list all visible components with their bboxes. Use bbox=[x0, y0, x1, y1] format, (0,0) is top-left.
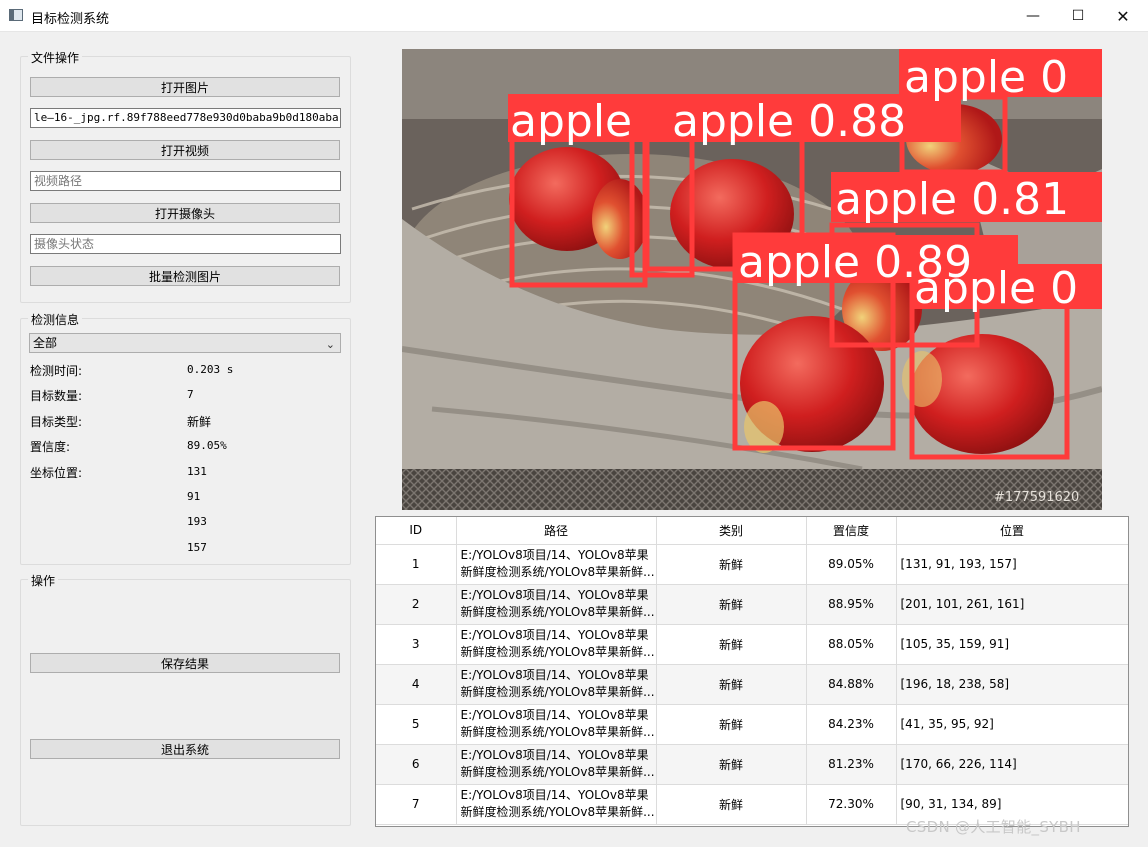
title-bar: 目标检测系统 — ☐ ✕ bbox=[0, 0, 1148, 32]
pos-label: 坐标位置: bbox=[30, 466, 83, 480]
save-result-button[interactable]: 保存结果 bbox=[30, 653, 340, 673]
cell-path: E:/YOLOv8项目/14、YOLOv8苹果 新鲜度检测系统/YOLOv8苹果… bbox=[456, 744, 657, 785]
result-table[interactable]: ID 路径 类别 置信度 位置 1 E:/YOLOv8项目/14、YOLOv8苹… bbox=[375, 516, 1129, 827]
cell-class: 新鲜 bbox=[656, 704, 807, 745]
cell-pos: [201, 101, 261, 161] bbox=[896, 584, 1128, 625]
cell-pos: [131, 91, 193, 157] bbox=[896, 544, 1128, 585]
ops-group: 操作 bbox=[20, 572, 351, 826]
col-header-id[interactable]: ID bbox=[376, 517, 457, 545]
table-row[interactable]: 4 E:/YOLOv8项目/14、YOLOv8苹果 新鲜度检测系统/YOLOv8… bbox=[376, 664, 1128, 705]
cell-id: 1 bbox=[376, 544, 457, 585]
cell-pos: [41, 35, 95, 92] bbox=[896, 704, 1128, 745]
apple-2 bbox=[592, 179, 648, 259]
count-label: 目标数量: bbox=[30, 389, 83, 403]
table-header-row: ID 路径 类别 置信度 位置 bbox=[376, 517, 1128, 545]
cell-pos: [170, 66, 226, 114] bbox=[896, 744, 1128, 785]
cell-conf: 84.23% bbox=[806, 704, 897, 745]
label-text-2: apple bbox=[510, 96, 632, 147]
count-value: 7 bbox=[187, 388, 194, 401]
table-row[interactable]: 3 E:/YOLOv8项目/14、YOLOv8苹果 新鲜度检测系统/YOLOv8… bbox=[376, 624, 1128, 665]
label-text-4: apple 0.81 bbox=[835, 174, 1069, 225]
cell-pos: [196, 18, 238, 58] bbox=[896, 664, 1128, 705]
conf-value: 89.05% bbox=[187, 439, 227, 452]
detect-info-title: 检测信息 bbox=[28, 311, 83, 328]
app-icon bbox=[9, 9, 23, 21]
cell-class: 新鲜 bbox=[656, 664, 807, 705]
video-path-field[interactable]: 视频路径 bbox=[30, 171, 341, 191]
detection-image-svg: apple 0 apple apple 0.88 apple 0.81 appl… bbox=[402, 49, 1102, 510]
pos-ymin: 91 bbox=[187, 490, 201, 503]
time-label: 检测时间: bbox=[30, 364, 83, 378]
col-header-conf[interactable]: 置信度 bbox=[806, 517, 897, 545]
csdn-watermark: CSDN @人工智能_SYBH bbox=[906, 818, 1081, 836]
cell-conf: 84.88% bbox=[806, 664, 897, 705]
cell-id: 6 bbox=[376, 744, 457, 785]
cell-conf: 89.05% bbox=[806, 544, 897, 585]
table-row[interactable]: 1 E:/YOLOv8项目/14、YOLOv8苹果 新鲜度检测系统/YOLOv8… bbox=[376, 544, 1128, 585]
window-title: 目标检测系统 bbox=[31, 12, 110, 27]
open-camera-button[interactable]: 打开摄像头 bbox=[30, 203, 340, 223]
image-watermark: #177591620 bbox=[994, 490, 1079, 505]
cell-path: E:/YOLOv8项目/14、YOLOv8苹果 新鲜度检测系统/YOLOv8苹果… bbox=[456, 624, 657, 665]
cell-id: 7 bbox=[376, 784, 457, 825]
exit-system-button[interactable]: 退出系统 bbox=[30, 739, 340, 759]
batch-detect-button[interactable]: 批量检测图片 bbox=[30, 266, 340, 286]
cell-class: 新鲜 bbox=[656, 584, 807, 625]
cell-path: E:/YOLOv8项目/14、YOLOv8苹果 新鲜度检测系统/YOLOv8苹果… bbox=[456, 584, 657, 625]
file-ops-title: 文件操作 bbox=[28, 49, 83, 66]
cell-path: E:/YOLOv8项目/14、YOLOv8苹果 新鲜度检测系统/YOLOv8苹果… bbox=[456, 544, 657, 585]
ops-title: 操作 bbox=[28, 572, 59, 589]
cell-conf: 88.05% bbox=[806, 624, 897, 665]
cell-id: 4 bbox=[376, 664, 457, 705]
pos-xmax: 193 bbox=[187, 515, 207, 528]
pos-xmin: 131 bbox=[187, 465, 207, 478]
cell-conf: 81.23% bbox=[806, 744, 897, 785]
conf-label: 置信度: bbox=[30, 440, 71, 454]
cell-id: 3 bbox=[376, 624, 457, 665]
cell-path: E:/YOLOv8项目/14、YOLOv8苹果 新鲜度检测系统/YOLOv8苹果… bbox=[456, 704, 657, 745]
class-select-value: 全部 bbox=[33, 336, 58, 350]
cell-path: E:/YOLOv8项目/14、YOLOv8苹果 新鲜度检测系统/YOLOv8苹果… bbox=[456, 664, 657, 705]
image-path-field[interactable]: le—16-_jpg.rf.89f788eed778e930d0baba9b0d… bbox=[30, 108, 341, 128]
cell-conf: 72.30% bbox=[806, 784, 897, 825]
pos-ymax: 157 bbox=[187, 541, 207, 554]
type-value: 新鲜 bbox=[187, 415, 212, 429]
table-row[interactable]: 5 E:/YOLOv8项目/14、YOLOv8苹果 新鲜度检测系统/YOLOv8… bbox=[376, 704, 1128, 745]
cell-class: 新鲜 bbox=[656, 784, 807, 825]
col-header-path[interactable]: 路径 bbox=[456, 517, 657, 545]
table-row[interactable]: 2 E:/YOLOv8项目/14、YOLOv8苹果 新鲜度检测系统/YOLOv8… bbox=[376, 584, 1128, 625]
label-text-3: apple 0.88 bbox=[672, 96, 906, 147]
cell-id: 2 bbox=[376, 584, 457, 625]
detection-image: apple 0 apple apple 0.88 apple 0.81 appl… bbox=[402, 49, 1102, 510]
label-text-6: apple 0 bbox=[914, 263, 1078, 314]
cell-conf: 88.95% bbox=[806, 584, 897, 625]
type-label: 目标类型: bbox=[30, 415, 83, 429]
table-row[interactable]: 6 E:/YOLOv8项目/14、YOLOv8苹果 新鲜度检测系统/YOLOv8… bbox=[376, 744, 1128, 785]
class-select[interactable]: 全部 ⌄ bbox=[29, 333, 341, 353]
open-image-button[interactable]: 打开图片 bbox=[30, 77, 340, 97]
maximize-button[interactable]: ☐ bbox=[1055, 0, 1101, 32]
open-video-button[interactable]: 打开视频 bbox=[30, 140, 340, 160]
cell-id: 5 bbox=[376, 704, 457, 745]
minimize-button[interactable]: — bbox=[1010, 0, 1056, 32]
cell-class: 新鲜 bbox=[656, 744, 807, 785]
cell-path: E:/YOLOv8项目/14、YOLOv8苹果 新鲜度检测系统/YOLOv8苹果… bbox=[456, 784, 657, 825]
time-value: 0.203 s bbox=[187, 363, 234, 376]
cell-class: 新鲜 bbox=[656, 544, 807, 585]
col-header-class[interactable]: 类别 bbox=[656, 517, 807, 545]
col-header-pos[interactable]: 位置 bbox=[896, 517, 1128, 545]
close-button[interactable]: ✕ bbox=[1100, 0, 1146, 32]
cell-class: 新鲜 bbox=[656, 624, 807, 665]
camera-status-field[interactable]: 摄像头状态 bbox=[30, 234, 341, 254]
cell-pos: [105, 35, 159, 91] bbox=[896, 624, 1128, 665]
label-text-1: apple 0 bbox=[904, 52, 1068, 103]
chevron-down-icon: ⌄ bbox=[325, 338, 335, 351]
